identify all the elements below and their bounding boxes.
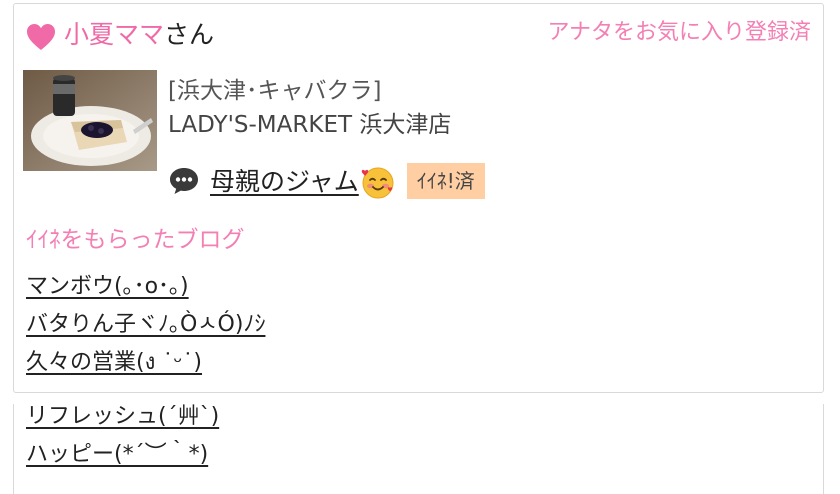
heart-icon [27, 24, 55, 50]
chat-bubble-icon [170, 168, 198, 194]
liked-blog-link[interactable]: ハッピー(*´︶｀*) [26, 442, 208, 467]
list-item: リフレッシュ(´艸`) [26, 398, 219, 436]
smiling-face-with-hearts-icon [361, 167, 394, 199]
thumbnail-image [23, 70, 157, 171]
user-name-text[interactable]: 小夏ママ [64, 20, 164, 49]
liked-blog-link[interactable]: 久々の営業(ง ˙ᵕ˙) [26, 350, 202, 375]
liked-blog-list-continued: リフレッシュ(´艸`) ハッピー(*´︶｀*) [26, 398, 219, 474]
shop-name[interactable]: LADY'S-MARKET 浜大津店 [168, 110, 451, 140]
list-item: バタりん子ヾﾉ｡ÒㅅÓ)ﾉｼ [26, 306, 265, 344]
blog-title-text: 母親のジャム [210, 167, 359, 196]
liked-blog-link[interactable]: リフレッシュ(´艸`) [26, 404, 219, 429]
list-item: ハッピー(*´︶｀*) [26, 436, 219, 474]
liked-blog-list: マンボウ(｡･o･｡) バタりん子ヾﾉ｡ÒㅅÓ)ﾉｼ 久々の営業(ง ˙ᵕ˙) [26, 268, 265, 382]
liked-blog-link[interactable]: バタりん子ヾﾉ｡ÒㅅÓ)ﾉｼ [26, 312, 265, 337]
blog-thumbnail[interactable] [23, 70, 157, 171]
favorite-status: アナタをお気に入り登録済 [547, 20, 811, 45]
iine-badge: ｲｲﾈ!済 [406, 163, 485, 199]
blog-title-link[interactable]: 母親のジャム [210, 162, 395, 200]
liked-blog-link[interactable]: マンボウ(｡･o･｡) [26, 274, 189, 299]
latest-blog: 母親のジャム ｲｲﾈ!済 [168, 162, 485, 200]
user-name: 小夏ママさん [64, 18, 214, 52]
profile-card-continued: リフレッシュ(´艸`) ハッピー(*´︶｀*) [13, 404, 824, 494]
list-item: 久々の営業(ง ˙ᵕ˙) [26, 344, 265, 382]
shop-category: [浜大津･キャバクラ] [168, 78, 382, 104]
liked-blogs-heading: ｲｲﾈをもらったブログ [26, 227, 245, 253]
profile-card: 小夏ママさん アナタをお気に入り登録済 [浜大津･キャバクラ] LADY'S-M… [13, 3, 824, 393]
user-honorific: さん [164, 20, 215, 49]
list-item: マンボウ(｡･o･｡) [26, 268, 265, 306]
